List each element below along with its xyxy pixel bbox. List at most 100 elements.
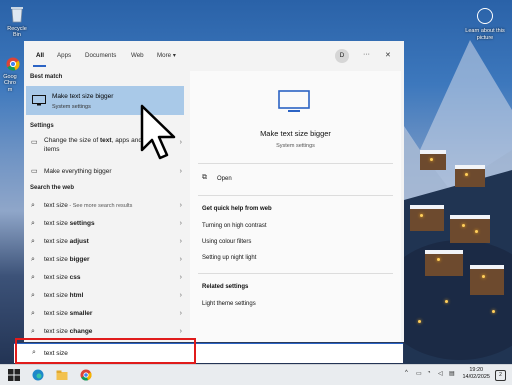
avatar[interactable]: D [335, 49, 349, 63]
recycle-bin-icon[interactable]: Recycle Bin [3, 5, 31, 39]
quick-help-link[interactable]: Turning on high contrast [202, 223, 266, 229]
search-icon: ⌕ [31, 238, 35, 245]
preview-title: Make text size bigger [260, 129, 331, 138]
web-result-label: text size settings [44, 220, 95, 227]
search-box-highlight [15, 338, 196, 364]
tab-more[interactable]: More ▾ [157, 52, 176, 59]
volume-icon[interactable]: ◁ [438, 370, 443, 377]
recycle-bin-label: Recycle Bin [7, 25, 27, 39]
learn-about-picture[interactable]: Learn about this picture [464, 8, 506, 42]
chevron-right-icon: › [179, 310, 182, 317]
web-result-label: text size - See more search results [44, 202, 133, 209]
chevron-right-icon: › [179, 238, 182, 245]
search-icon: ⌕ [31, 274, 35, 281]
tray-overflow-chevron[interactable]: ^ [405, 370, 408, 376]
chevron-right-icon: › [179, 168, 182, 175]
clock-time: 19:20 [469, 367, 484, 373]
web-result-item[interactable]: ⌕ text size bigger › [26, 252, 184, 268]
result-preview-pane: Make text size bigger System settings ⧉ … [190, 71, 401, 342]
web-result-item[interactable]: ⌕ text size - See more search results › [26, 198, 184, 214]
chrome-icon [6, 57, 20, 71]
web-result-item[interactable]: ⌕ text size adjust › [26, 234, 184, 250]
trash-icon [11, 7, 23, 23]
start-search-panel: All Apps Documents Web More ▾ D ··· ✕ Be… [24, 41, 404, 342]
web-result-label: text size css [44, 274, 81, 281]
chrome-icon[interactable] [80, 369, 92, 381]
more-options-button[interactable]: ··· [363, 51, 370, 58]
tab-documents[interactable]: Documents [85, 52, 116, 59]
best-match-title: Make text size bigger [52, 93, 114, 100]
settings-item-label: Make everything bigger [44, 168, 112, 175]
divider [198, 273, 393, 274]
search-icon: ⌕ [31, 202, 35, 209]
notification-icon[interactable]: 2 [495, 370, 506, 381]
wallpaper-house [455, 165, 485, 187]
web-result-item[interactable]: ⌕ text size settings › [26, 216, 184, 232]
tab-web[interactable]: Web [131, 52, 144, 59]
related-setting-link[interactable]: Light theme settings [202, 301, 256, 307]
battery-icon[interactable]: ▭ [416, 370, 422, 377]
related-settings-heading: Related settings [202, 284, 249, 290]
settings-item-make-bigger[interactable]: ▭ Make everything bigger › [26, 164, 184, 180]
tab-all[interactable]: All [36, 52, 44, 59]
monitor-icon: ▭ [31, 139, 38, 146]
quick-help-link[interactable]: Using colour filters [202, 239, 251, 245]
search-web-heading: Search the web [30, 185, 75, 191]
search-icon: ⌕ [31, 310, 35, 317]
clock[interactable]: 19:20 14/02/2025 [462, 367, 490, 381]
quick-help-heading: Get quick help from web [202, 206, 272, 212]
preview-subtitle: System settings [276, 143, 315, 149]
monitor-icon: ▭ [31, 168, 38, 175]
search-icon: ⌕ [31, 256, 35, 263]
search-icon: ⌕ [31, 328, 35, 335]
chrome-desktop-icon[interactable]: Goog Chrom [3, 57, 23, 93]
learn-about-picture-label: Learn about this picture [465, 28, 505, 41]
web-result-label: text size smaller [44, 310, 93, 317]
wallpaper-house [425, 250, 463, 276]
best-match-subtitle: System settings [52, 104, 91, 110]
active-tab-indicator [33, 65, 46, 67]
monitor-icon [32, 95, 46, 106]
tab-apps[interactable]: Apps [57, 52, 71, 59]
web-result-label: text size bigger [44, 256, 90, 263]
web-result-label: text size html [44, 292, 84, 299]
web-result-item[interactable]: ⌕ text size smaller › [26, 306, 184, 322]
chevron-right-icon: › [179, 220, 182, 227]
settings-heading: Settings [30, 123, 54, 129]
keyboard-icon[interactable]: ▤ [449, 370, 455, 377]
file-explorer-icon[interactable] [56, 369, 68, 381]
open-action[interactable]: Open [217, 176, 232, 182]
chevron-right-icon: › [179, 256, 182, 263]
camera-icon [477, 8, 493, 24]
clock-date: 14/02/2025 [462, 374, 490, 381]
wallpaper-house [410, 205, 444, 231]
chevron-right-icon: › [179, 139, 182, 146]
search-icon: ⌕ [31, 220, 35, 227]
search-tabs: All Apps Documents Web More ▾ D ··· ✕ [24, 41, 404, 73]
web-result-item[interactable]: ⌕ text size css › [26, 270, 184, 286]
chevron-right-icon: › [179, 274, 182, 281]
web-result-label: text size adjust [44, 238, 89, 245]
chevron-right-icon: › [179, 202, 182, 209]
wallpaper-house [470, 265, 504, 295]
windows-start-icon[interactable] [8, 369, 20, 381]
best-match-heading: Best match [30, 74, 63, 80]
chevron-right-icon: › [179, 328, 182, 335]
monitor-icon [278, 90, 310, 112]
web-result-item[interactable]: ⌕ text size html › [26, 288, 184, 304]
divider [198, 195, 393, 196]
quick-help-link[interactable]: Setting up night light [202, 255, 256, 261]
close-button[interactable]: ✕ [385, 51, 391, 59]
network-icon[interactable]: ◔ [427, 370, 431, 376]
wallpaper-house [450, 215, 490, 243]
divider [198, 163, 393, 164]
chrome-desktop-label: Goog Chrom [3, 73, 17, 93]
wallpaper-house [420, 150, 446, 170]
search-icon: ⌕ [31, 292, 35, 299]
taskbar: ^ ▭ ◔ ◁ ▤ 19:20 14/02/2025 2 [0, 364, 512, 385]
edge-icon[interactable] [32, 369, 44, 381]
chevron-right-icon: › [179, 292, 182, 299]
web-result-label: text size change [44, 328, 93, 335]
open-icon: ⧉ [202, 174, 207, 181]
mouse-pointer-icon [140, 104, 176, 160]
